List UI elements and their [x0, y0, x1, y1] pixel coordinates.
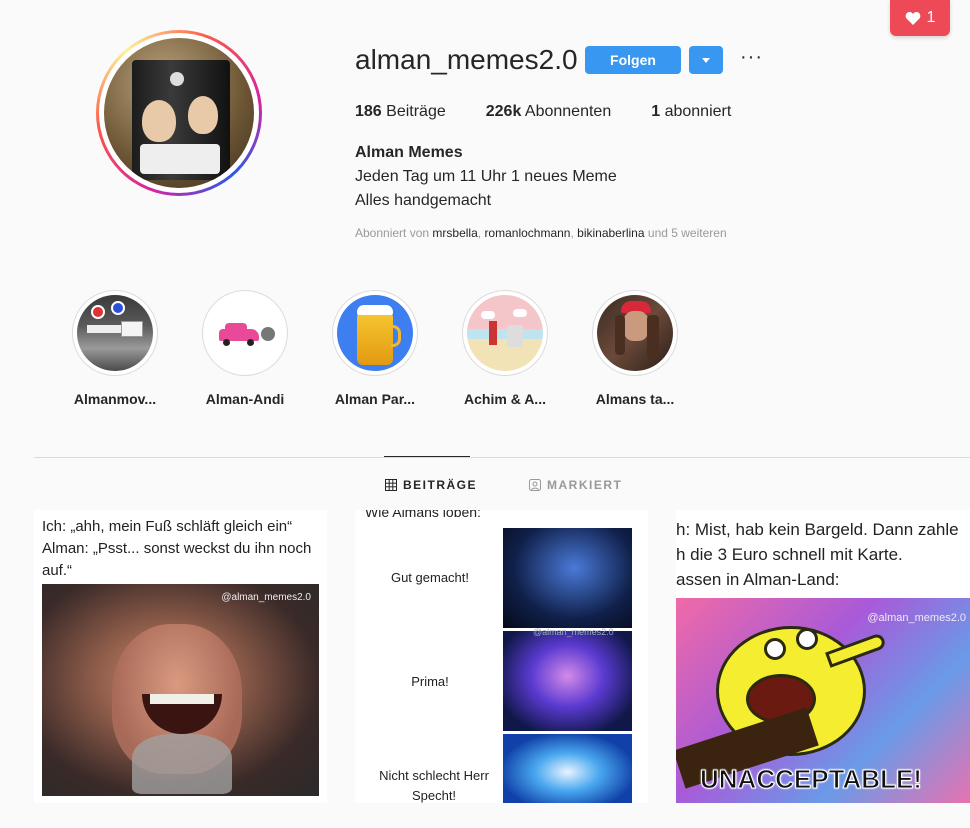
watermark: @alman_memes2.0 — [533, 627, 614, 637]
post-thumbnail[interactable]: h: Mist, hab kein Bargeld. Dann zahle h … — [676, 510, 970, 803]
avatar-photo — [104, 38, 254, 188]
follower-link[interactable]: romanlochmann — [484, 226, 570, 240]
activity-notification-badge[interactable]: 1 — [890, 0, 950, 36]
highlight-cover — [467, 295, 543, 371]
story-highlight[interactable]: Almanmov... — [60, 290, 170, 407]
tagged-person-icon — [529, 479, 541, 491]
meme-caption: assen in Alman-Land: — [676, 570, 840, 589]
tab-posts[interactable]: BEITRÄGE — [385, 478, 477, 492]
meme-caption: h die 3 Euro schnell mit Karte. — [676, 545, 903, 564]
highlight-label: Almanmov... — [73, 391, 157, 407]
highlight-label: Alman-Andi — [205, 391, 285, 407]
highlight-cover — [597, 295, 673, 371]
chevron-down-icon — [702, 57, 710, 63]
highlight-label: Achim & A... — [464, 391, 546, 407]
watermark: @alman_memes2.0 — [221, 592, 311, 603]
watermark: @alman_memes2.0 — [867, 612, 966, 624]
profile-full-name: Alman Memes — [355, 144, 463, 161]
meme-caption: Alman: „Psst... sonst weckst du ihn noch — [42, 540, 312, 557]
heart-icon — [905, 11, 920, 25]
story-highlight[interactable]: Achim & A... — [450, 290, 560, 407]
follower-link[interactable]: bikinaberlina — [577, 226, 644, 240]
notification-count: 1 — [926, 9, 936, 26]
meme-caption: Nicht schlecht Herr Specht! — [379, 768, 489, 803]
highlight-label: Almans ta... — [595, 391, 675, 407]
meme-caption: h: Mist, hab kein Bargeld. Dann zahle — [676, 520, 959, 539]
profile-username: alman_memes2.0 — [355, 44, 578, 75]
grid-icon — [385, 479, 397, 491]
meme-caption: Wie Almans loben: — [365, 510, 481, 520]
posts-count[interactable]: 186 Beiträge — [355, 103, 446, 121]
meme-caption: Prima! — [411, 674, 449, 689]
meme-caption: Ich: „ahh, mein Fuß schläft gleich ein“ — [42, 518, 293, 535]
highlight-cover — [77, 295, 153, 371]
more-followers-link[interactable]: und 5 weiteren — [648, 226, 727, 240]
meme-brain-image: @alman_memes2.0 — [503, 627, 632, 731]
follow-button[interactable]: Folgen — [585, 46, 681, 74]
active-tab-indicator — [384, 456, 470, 457]
followed-by-text: Abonniert von mrsbella, romanlochmann, b… — [355, 226, 727, 240]
post-thumbnail[interactable]: Wie Almans loben: Gut gemacht! Prima! Ni… — [355, 510, 648, 803]
highlight-label: Alman Par... — [334, 391, 416, 407]
tab-tagged[interactable]: MARKIERT — [529, 478, 622, 492]
tabs-divider — [34, 457, 970, 458]
more-options-icon[interactable]: ··· — [740, 47, 763, 67]
following-count[interactable]: 1 abonniert — [651, 103, 731, 121]
profile-avatar[interactable] — [96, 30, 262, 196]
bio-line: Jeden Tag um 11 Uhr 1 neues Meme — [355, 168, 617, 185]
highlight-cover — [337, 295, 413, 371]
story-highlight[interactable]: Alman-Andi — [190, 290, 300, 407]
meme-image: @alman_memes2.0 — [42, 584, 319, 796]
meme-image: @alman_memes2.0 UNACCEPTABLE! — [676, 598, 970, 803]
suggestions-dropdown-button[interactable] — [689, 46, 723, 74]
meme-bottom-text: UNACCEPTABLE! — [700, 764, 923, 795]
story-highlight[interactable]: Alman Par... — [320, 290, 430, 407]
meme-brain-image — [503, 734, 632, 803]
post-thumbnail[interactable]: Ich: „ahh, mein Fuß schläft gleich ein“ … — [34, 510, 327, 803]
story-highlight[interactable]: Almans ta... — [580, 290, 690, 407]
meme-caption: Gut gemacht! — [390, 570, 470, 585]
followers-count[interactable]: 226k Abonnenten — [486, 103, 611, 121]
follower-link[interactable]: mrsbella — [432, 226, 477, 240]
bio-line: Alles handgemacht — [355, 192, 492, 209]
highlight-cover — [207, 295, 283, 371]
meme-brain-image — [503, 528, 632, 628]
meme-caption: auf.“ — [42, 562, 73, 579]
profile-stats: 186 Beiträge 226k Abonnenten 1 abonniert — [355, 103, 771, 121]
